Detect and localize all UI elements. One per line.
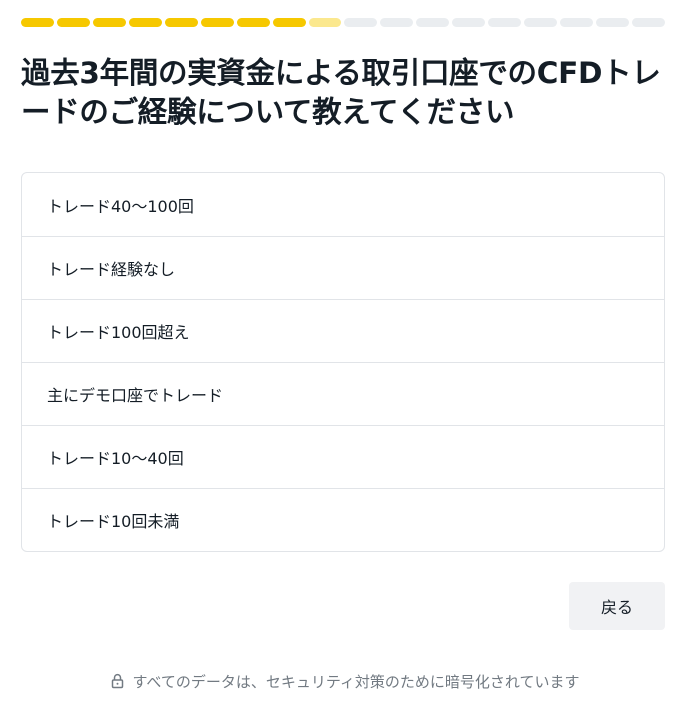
back-button[interactable]: 戻る	[569, 582, 665, 630]
progress-segment-todo	[560, 18, 593, 27]
progress-segment-done	[164, 18, 198, 27]
option-label: トレード40～100回	[47, 196, 194, 216]
progress-segment-done	[272, 18, 306, 27]
progress-segment-todo	[416, 18, 450, 27]
option-label: 主にデモ口座でトレード	[47, 386, 224, 405]
option-trades-40-100[interactable]: トレード40～100回	[22, 173, 664, 236]
security-footer: すべてのデータは、セキュリティ対策のために暗号化されています	[0, 669, 691, 693]
option-label: トレード10～40回	[47, 449, 184, 468]
option-mainly-demo[interactable]: 主にデモ口座でトレード	[22, 362, 664, 425]
lock-icon	[111, 673, 124, 689]
progress-segment-todo	[344, 18, 378, 27]
question-title: 過去3年間の実資金による取引口座でのCFDトレードのご経験について教えてください	[21, 56, 661, 129]
progress-segment-todo	[524, 18, 558, 27]
option-label: トレード10回未満	[47, 512, 180, 531]
progress-segment-done	[92, 18, 126, 27]
progress-segment-done	[236, 18, 270, 27]
option-label: トレード経験なし	[47, 260, 176, 279]
security-note: すべてのデータは、セキュリティ対策のために暗号化されています	[132, 672, 580, 691]
progress-segment-todo	[452, 18, 486, 27]
progress-segment-done	[21, 18, 54, 27]
progress-segment-done	[128, 18, 162, 27]
progress-segment-current	[308, 18, 342, 27]
progress-segment-todo	[488, 18, 522, 27]
progress-segment-todo	[631, 18, 665, 27]
option-trades-under-10[interactable]: トレード10回未満	[22, 488, 664, 551]
progress-segment-done	[56, 18, 90, 27]
progress-bar	[21, 18, 665, 27]
option-trades-10-40[interactable]: トレード10～40回	[22, 425, 664, 488]
progress-segment-done	[200, 18, 234, 27]
option-trades-over-100[interactable]: トレード100回超え	[22, 299, 664, 362]
progress-segment-todo	[380, 18, 414, 27]
answer-options-list: トレード40～100回 トレード経験なし トレード100回超え 主にデモ口座でト…	[21, 172, 665, 552]
progress-segment-todo	[596, 18, 629, 27]
option-label: トレード100回超え	[47, 323, 190, 342]
option-no-experience[interactable]: トレード経験なし	[22, 236, 664, 299]
